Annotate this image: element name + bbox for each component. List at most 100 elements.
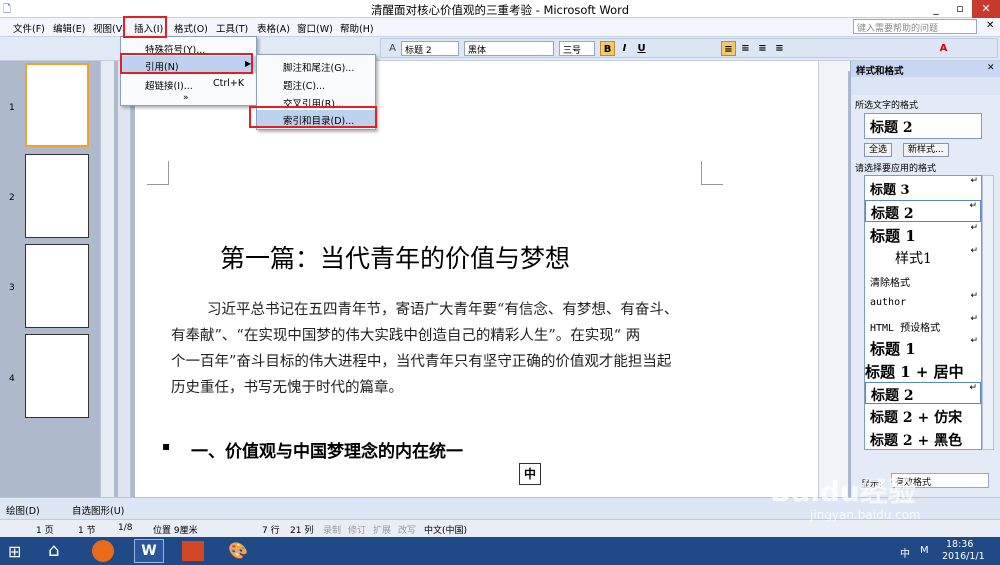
page-thumbnail[interactable]	[25, 63, 89, 147]
maximize-button[interactable]: ▫	[948, 0, 972, 18]
watermark-brand: Baidu经验	[770, 475, 916, 508]
status-pages: 1/8	[118, 523, 133, 533]
bold-button[interactable]: B	[600, 41, 615, 56]
menu-item-caption[interactable]: 题注(C)...	[257, 75, 375, 92]
highlight-insert-menu	[123, 16, 167, 38]
document-heading-2: 一、价值观与中国梦理念的内在统一	[191, 442, 463, 462]
menu-help[interactable]: 帮助(H)	[340, 21, 374, 35]
document-scrollbar[interactable]	[818, 61, 848, 497]
close-button[interactable]: ✕	[972, 0, 1000, 18]
document-heading-1: 第一篇：当代青年的价值与梦想	[220, 244, 571, 273]
thumbnail-scrollbar[interactable]	[100, 61, 114, 497]
align-left-icon[interactable]: ≡	[721, 41, 736, 56]
menu-tools[interactable]: 工具(T)	[216, 21, 248, 35]
menu-view[interactable]: 视图(V)	[93, 21, 126, 35]
menu-table[interactable]: 表格(A)	[257, 21, 290, 35]
font-size-select[interactable]: 三号	[559, 41, 595, 56]
style-item[interactable]: 标题 1 ↵	[865, 223, 981, 246]
style-item[interactable]: 标题 2 + 黑色	[865, 428, 981, 449]
thumb-number: 1	[9, 103, 15, 113]
align-center-icon[interactable]: ≡	[738, 41, 753, 56]
style-item[interactable]: 标题 1 ↵	[865, 336, 981, 359]
styles-pane: 样式和格式 ✕ 所选文字的格式 标题 2 全选 新样式... 请选择要应用的格式…	[850, 61, 1000, 497]
clock-date[interactable]: 2016/1/1	[942, 551, 985, 562]
help-search-input[interactable]: 键入需要帮助的问题	[853, 19, 977, 34]
apply-format-label: 请选择要应用的格式	[855, 164, 937, 174]
app-icon[interactable]	[92, 540, 114, 562]
home-icon[interactable]: ⌂	[48, 540, 59, 561]
thumb-number: 3	[9, 283, 15, 293]
minimize-button[interactable]: _	[924, 0, 948, 18]
style-item[interactable]: 标题 1 + 居中	[865, 359, 981, 381]
page-corner-mark	[147, 161, 169, 185]
select-all-button[interactable]: 全选	[864, 143, 893, 157]
status-rec: 录制	[323, 526, 342, 536]
style-list: 标题 3 ↵ 标题 2 ↵ 标题 1 ↵ 样式1 ↵ 清除格式 author ↵ HTML…	[864, 175, 982, 450]
menu-format[interactable]: 格式(O)	[174, 21, 208, 35]
taskbar: ⊞ ⌂ W 🎨 中 M 18:36 2016/1/1	[0, 537, 1000, 565]
menu-edit[interactable]: 编辑(E)	[53, 21, 85, 35]
word-taskbar-icon[interactable]: W	[134, 539, 164, 563]
hyperlink-shortcut: Ctrl+K	[213, 78, 245, 89]
status-page: 1 页	[36, 526, 54, 536]
styles-pane-icon[interactable]: A	[385, 41, 400, 56]
start-windows-icon[interactable]: ⊞	[8, 542, 21, 561]
ime-mode-icon[interactable]: M	[920, 545, 929, 556]
status-position: 位置 9厘米	[153, 526, 198, 536]
status-ext: 扩展	[373, 526, 392, 536]
formatting-toolbar: A 标题 2 黑体 三号 B I U ≡ ≡ ≡ ≡ A	[380, 38, 998, 58]
styles-pane-title: 样式和格式	[851, 61, 1000, 77]
style-list-scrollbar[interactable]	[982, 175, 994, 450]
body-line: 有奉献”、“在实现中国梦的伟大实践中创造自己的精彩人生”。在实现“ 两	[171, 328, 641, 344]
draw-menu-button[interactable]: 绘图(D)	[6, 503, 40, 517]
document-page[interactable]: 第一篇：当代青年的价值与梦想 习近平总书记在五四青年节，寄语广大青年要“有信念、…	[135, 61, 818, 497]
pane-nav-bar	[851, 77, 1000, 95]
underline-button[interactable]: U	[634, 41, 649, 56]
autoshapes-button[interactable]: 自选图形(U)	[72, 503, 124, 517]
menu-item-footnote[interactable]: 脚注和尾注(G)...	[257, 57, 375, 74]
pane-close-icon[interactable]: ✕	[987, 63, 995, 73]
justify-icon[interactable]: ≡	[772, 41, 787, 56]
selected-format-label: 所选文字的格式	[855, 101, 919, 111]
ime-indicator: 中	[519, 463, 541, 485]
style-item[interactable]: 标题 3 ↵	[865, 176, 981, 199]
expand-menu-icon[interactable]: »	[183, 93, 189, 103]
thumb-number: 2	[9, 193, 15, 203]
page-thumbnail[interactable]	[25, 244, 89, 328]
font-select[interactable]: 黑体	[464, 41, 554, 56]
ime-lang-icon[interactable]: 中	[900, 545, 910, 560]
style-item[interactable]: 清除格式	[865, 269, 981, 291]
vertical-ruler	[118, 61, 131, 497]
selected-style-value: 标题 2	[870, 120, 913, 136]
powerpoint-icon[interactable]	[182, 541, 204, 561]
status-ovr: 改写	[398, 526, 417, 536]
body-line: 历史重任，书写无愧于时代的篇章。	[171, 380, 403, 396]
style-item[interactable]: author ↵	[865, 291, 981, 314]
thumb-number: 4	[9, 374, 15, 384]
paint-icon[interactable]: 🎨	[228, 541, 248, 560]
selected-style-box[interactable]: 标题 2	[864, 113, 982, 139]
italic-button[interactable]: I	[617, 41, 632, 56]
font-color-icon[interactable]: A	[936, 41, 951, 56]
status-section: 1 节	[78, 526, 96, 536]
style-item-selected[interactable]: 标题 2 ↵	[865, 200, 981, 222]
style-item[interactable]: 标题 2 + 仿宋	[865, 405, 981, 427]
page-thumbnail[interactable]	[25, 334, 89, 418]
menu-file[interactable]: 文件(F)	[13, 21, 45, 35]
status-column: 21 列	[290, 526, 314, 536]
page-corner-mark	[701, 161, 723, 185]
close-document-icon[interactable]: ✕	[986, 20, 994, 31]
style-select[interactable]: 标题 2	[401, 41, 459, 56]
style-item-selected[interactable]: 标题 2 ↵	[865, 382, 981, 404]
highlight-index-toc	[249, 106, 377, 128]
new-style-button[interactable]: 新样式...	[903, 143, 949, 157]
style-item[interactable]: 样式1 ↵	[865, 246, 981, 269]
menu-window[interactable]: 窗口(W)	[297, 21, 333, 35]
status-line: 7 行	[262, 526, 280, 536]
page-thumbnail[interactable]	[25, 154, 89, 238]
body-line: 个一百年”奋斗目标的伟大进程中，当代青年只有坚守正确的价值观才能担当起	[171, 354, 672, 370]
align-right-icon[interactable]: ≡	[755, 41, 770, 56]
highlight-reference-item	[120, 53, 253, 74]
style-item[interactable]: HTML 预设格式 ↵	[865, 314, 981, 336]
clock-time[interactable]: 18:36	[946, 539, 973, 550]
